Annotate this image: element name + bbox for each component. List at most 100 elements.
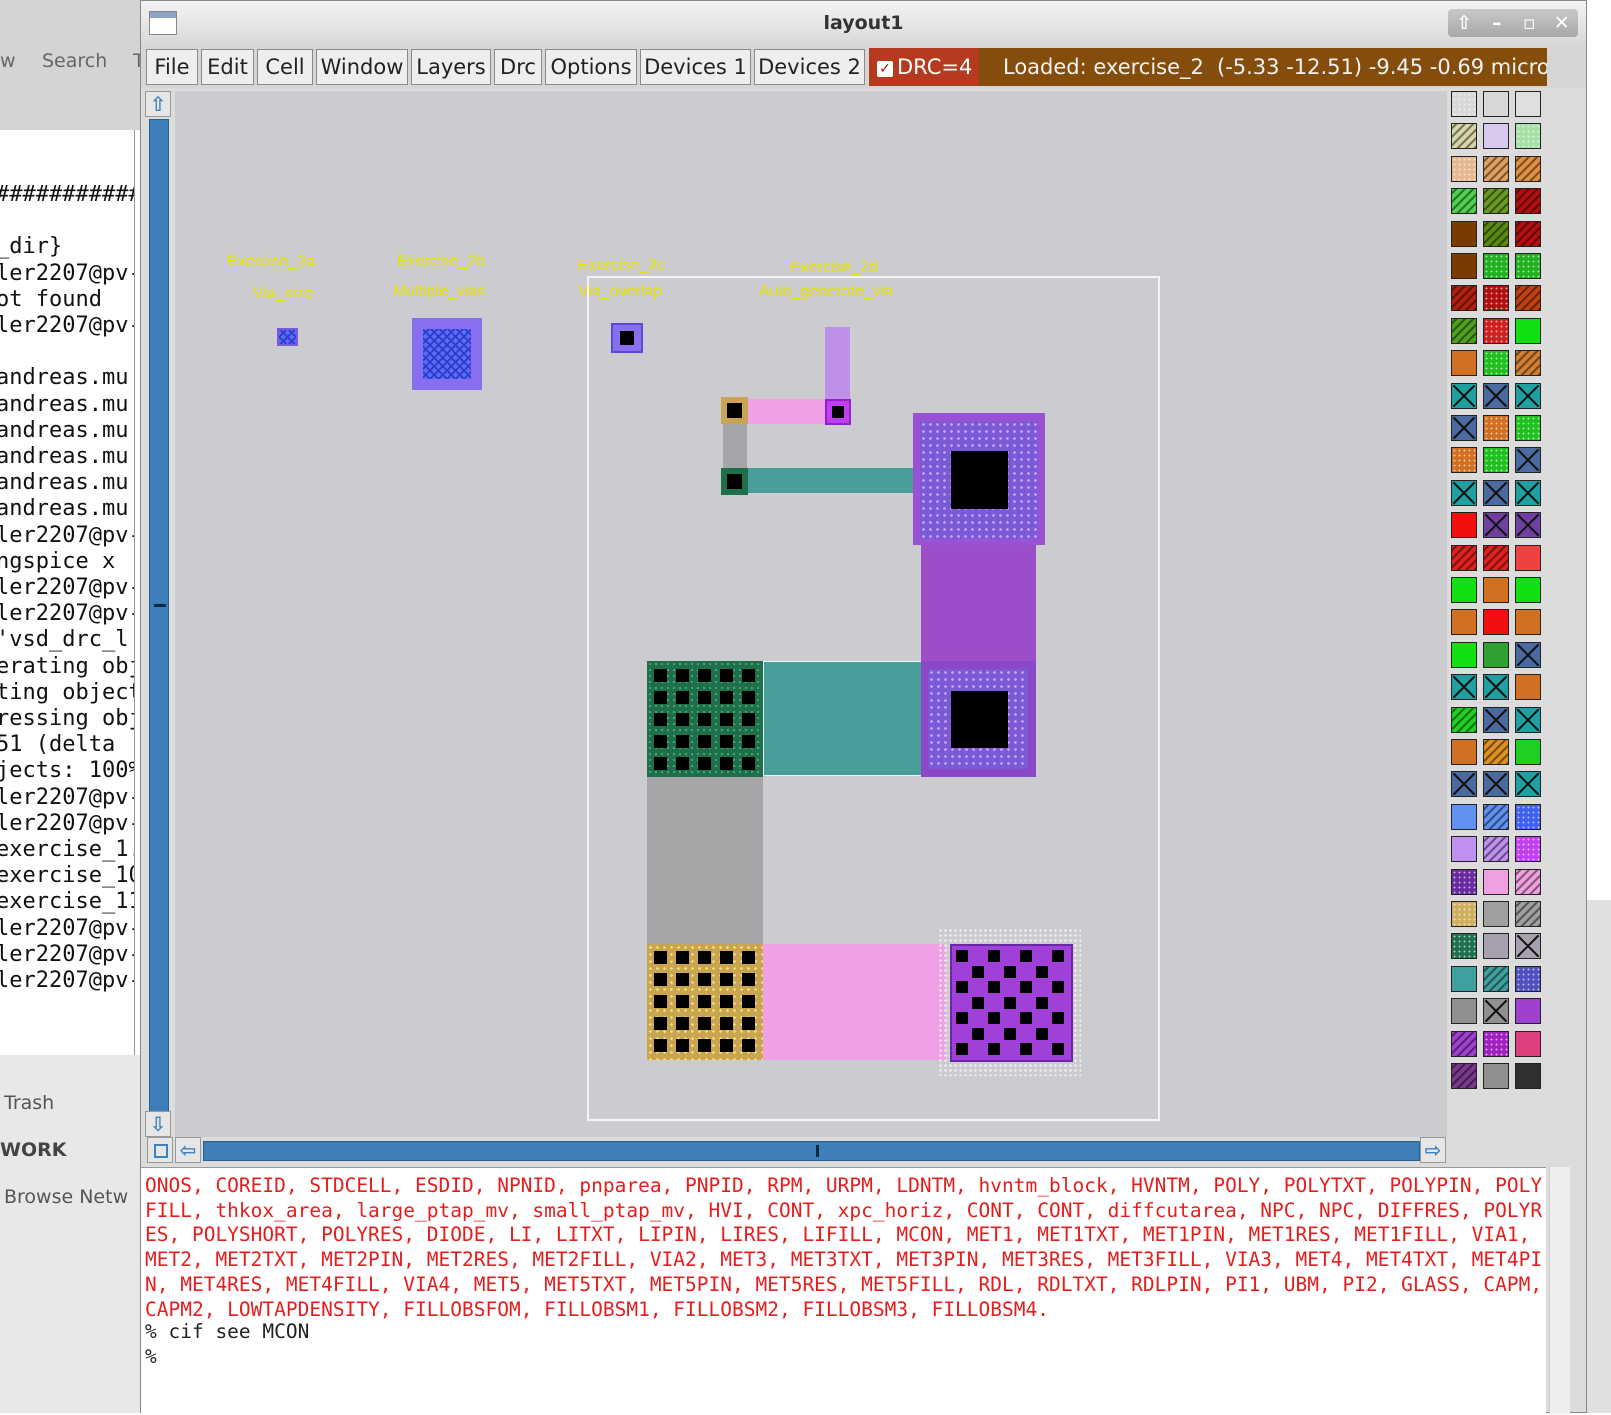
layer-swatch[interactable]	[1483, 965, 1509, 992]
layer-swatch[interactable]	[1515, 382, 1541, 409]
layer-swatch[interactable]	[1483, 771, 1509, 798]
layer-swatch[interactable]	[1483, 512, 1509, 539]
layer-swatch[interactable]	[1515, 609, 1541, 636]
via-array-2b[interactable]	[423, 329, 471, 379]
layer-swatch[interactable]	[1451, 512, 1477, 539]
layer-swatch[interactable]	[1515, 220, 1541, 247]
menu-edit[interactable]: Edit	[201, 49, 254, 85]
li-horizontal-bar[interactable]	[763, 661, 924, 776]
vertical-scroll-thumb[interactable]	[154, 604, 166, 607]
layer-swatch[interactable]	[1451, 901, 1477, 927]
layer-swatch[interactable]	[1483, 998, 1509, 1025]
menu-layers[interactable]: Layers	[411, 49, 491, 85]
layer-swatch[interactable]	[1515, 415, 1541, 441]
console-prompt[interactable]: %	[145, 1345, 157, 1368]
layer-swatch[interactable]	[1451, 998, 1477, 1025]
layer-swatch[interactable]	[1451, 220, 1477, 247]
menu-devices-2[interactable]: Devices 2	[754, 49, 865, 85]
layer-swatch[interactable]	[1451, 609, 1477, 636]
layer-swatch[interactable]	[1483, 479, 1509, 506]
layer-swatch[interactable]	[1451, 350, 1477, 377]
layer-swatch[interactable]	[1515, 91, 1541, 117]
layer-swatch[interactable]	[1483, 350, 1509, 377]
layer-swatch[interactable]	[1515, 544, 1541, 571]
horizontal-scrollbar[interactable]: ⇦ ⇨	[175, 1137, 1477, 1165]
layer-swatch[interactable]	[1483, 577, 1509, 603]
layer-swatch[interactable]	[1451, 123, 1477, 150]
layer-swatch[interactable]	[1451, 253, 1477, 279]
layer-swatch[interactable]	[1451, 965, 1477, 992]
horizontal-scroll-trough[interactable]	[203, 1141, 1420, 1161]
layer-swatch[interactable]	[1515, 739, 1541, 765]
layer-swatch[interactable]	[1483, 188, 1509, 215]
layer-swatch[interactable]	[1515, 479, 1541, 506]
scroll-left-icon[interactable]: ⇦	[175, 1137, 201, 1163]
layer-swatch[interactable]	[1515, 350, 1541, 377]
met-vertical-bar[interactable]	[921, 545, 1036, 675]
minimize-icon[interactable]: –	[1483, 12, 1511, 34]
layer-swatch[interactable]	[1483, 155, 1509, 182]
layer-swatch[interactable]	[1515, 965, 1541, 992]
layer-swatch[interactable]	[1451, 577, 1477, 603]
layer-swatch[interactable]	[1483, 91, 1509, 117]
horizontal-scroll-thumb[interactable]	[816, 1145, 819, 1157]
layer-swatch[interactable]	[1451, 544, 1477, 571]
menu-drc[interactable]: Drc	[494, 49, 542, 85]
layer-swatch[interactable]	[1515, 771, 1541, 798]
layer-swatch[interactable]	[1451, 836, 1477, 863]
layer-swatch[interactable]	[1483, 868, 1509, 895]
layer-swatch[interactable]	[1515, 901, 1541, 927]
layer-swatch[interactable]	[1483, 415, 1509, 441]
layer-swatch[interactable]	[1483, 317, 1509, 344]
layer-swatch[interactable]	[1483, 901, 1509, 927]
layer-swatch[interactable]	[1451, 1063, 1477, 1089]
layer-swatch[interactable]	[1451, 188, 1477, 215]
layer-swatch[interactable]	[1483, 706, 1509, 733]
layer-swatch[interactable]	[1515, 512, 1541, 539]
layer-swatch[interactable]	[1515, 706, 1541, 733]
sidebar-item-trash[interactable]: Trash	[4, 1092, 54, 1114]
layer-swatch[interactable]	[1483, 1030, 1509, 1057]
layer-swatch[interactable]	[1451, 382, 1477, 409]
layer-swatch[interactable]	[1515, 285, 1541, 312]
drc-toggle-button[interactable]: ✓ DRC=4	[869, 48, 979, 86]
layer-swatch[interactable]	[1451, 479, 1477, 506]
li-horizontal-strip[interactable]	[748, 468, 913, 493]
layer-swatch[interactable]	[1451, 739, 1477, 765]
layer-swatch[interactable]	[1483, 447, 1509, 474]
console-scrollbar[interactable]	[1549, 1167, 1570, 1414]
layer-swatch[interactable]	[1515, 803, 1541, 830]
layer-swatch[interactable]	[1451, 674, 1477, 701]
layer-swatch[interactable]	[1515, 447, 1541, 474]
layer-swatch[interactable]	[1483, 382, 1509, 409]
menu-options[interactable]: Options	[545, 49, 637, 85]
layer-swatch[interactable]	[1483, 285, 1509, 312]
menu-cell[interactable]: Cell	[257, 49, 313, 85]
menu-devices-1[interactable]: Devices 1	[640, 49, 751, 85]
search-label[interactable]: Search	[42, 50, 107, 72]
layer-swatch[interactable]	[1483, 609, 1509, 636]
layer-swatch[interactable]	[1483, 253, 1509, 279]
layout-canvas[interactable]: Exercise_2a Via_size Exercise_2b Multipl…	[175, 91, 1447, 1137]
layer-swatch[interactable]	[1483, 544, 1509, 571]
diff-vertical-bar[interactable]	[647, 777, 763, 945]
layer-swatch[interactable]	[1451, 447, 1477, 474]
layer-swatch[interactable]	[1515, 253, 1541, 279]
layer-swatch[interactable]	[1451, 803, 1477, 830]
layer-swatch[interactable]	[1451, 706, 1477, 733]
layer-swatch[interactable]	[1483, 1063, 1509, 1089]
layer-swatch[interactable]	[1515, 674, 1541, 701]
layer-swatch[interactable]	[1515, 1030, 1541, 1057]
layer-swatch[interactable]	[1515, 317, 1541, 344]
vertical-scroll-trough[interactable]	[149, 119, 169, 1113]
layer-swatch[interactable]	[1515, 868, 1541, 895]
layer-swatch[interactable]	[1451, 1030, 1477, 1057]
layer-swatch[interactable]	[1515, 641, 1541, 668]
layer-swatch[interactable]	[1515, 577, 1541, 603]
layer-swatch[interactable]	[1483, 220, 1509, 247]
via-small-2a[interactable]	[277, 328, 298, 346]
layer-swatch[interactable]	[1483, 674, 1509, 701]
layer-swatch[interactable]	[1451, 91, 1477, 117]
zoom-box-icon[interactable]	[147, 1137, 173, 1163]
layer-swatch[interactable]	[1451, 771, 1477, 798]
